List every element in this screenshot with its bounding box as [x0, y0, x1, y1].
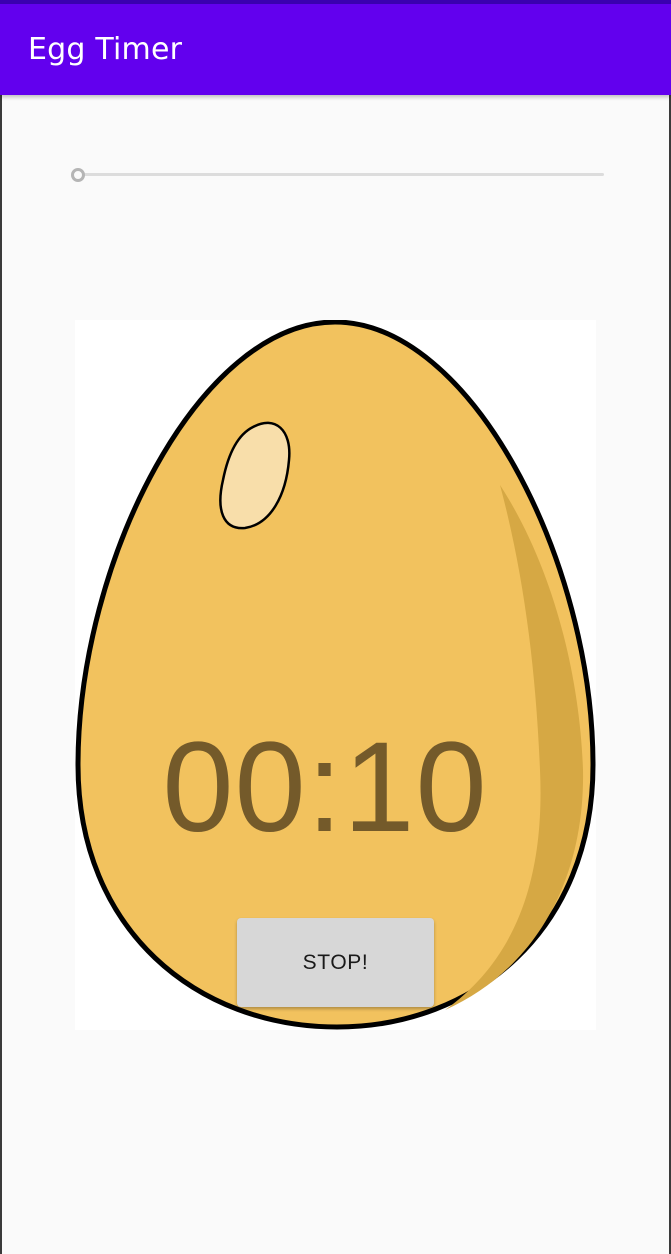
stop-button[interactable]: STOP! [237, 918, 434, 1007]
time-seekbar[interactable] [66, 160, 608, 190]
seekbar-track [78, 173, 604, 176]
status-strip [0, 0, 671, 4]
app-title: Egg Timer [28, 32, 183, 67]
seekbar-thumb[interactable] [71, 168, 85, 182]
app-bar: Egg Timer [0, 0, 671, 95]
screen-frame-left [0, 0, 2, 1254]
timer-display: 00:10 [162, 716, 488, 859]
